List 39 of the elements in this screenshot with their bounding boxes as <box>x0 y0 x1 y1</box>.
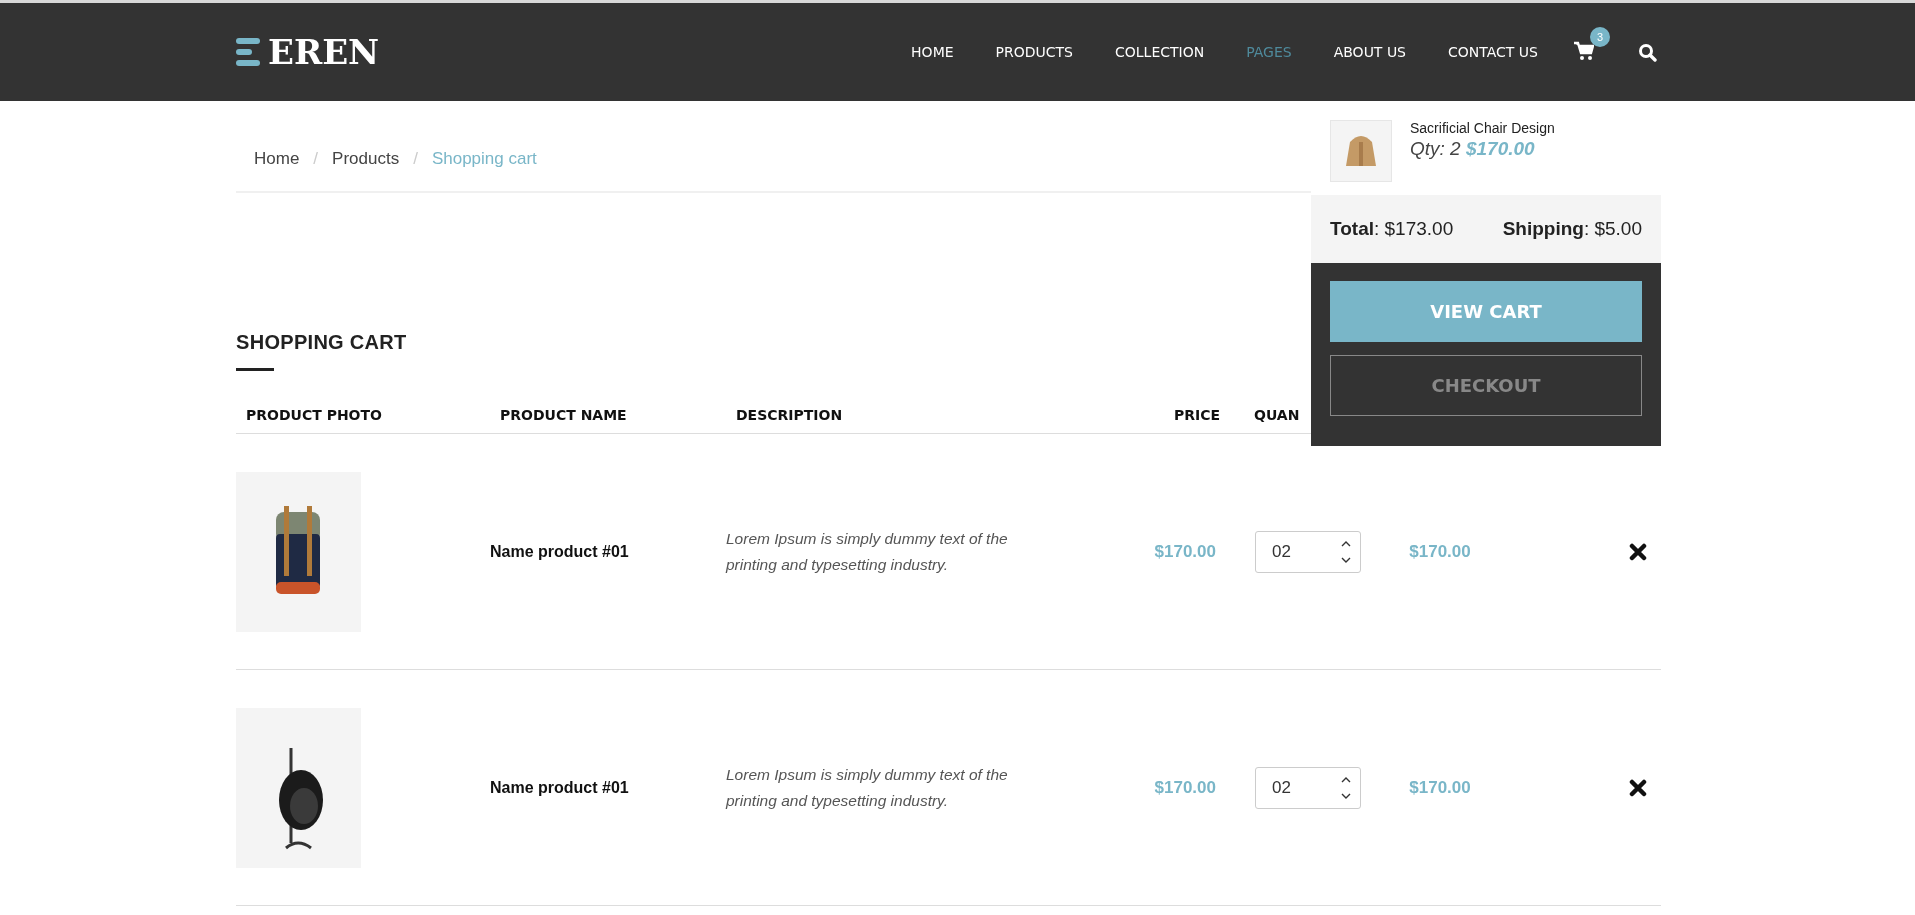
column-header: PRICE <box>1172 407 1220 423</box>
remove-icon[interactable] <box>1629 778 1647 797</box>
nav-link[interactable]: ABOUT US <box>1333 44 1406 60</box>
remove-icon[interactable] <box>1629 542 1647 561</box>
product-price: $170.00 <box>1153 541 1217 562</box>
row-total: $170.00 <box>1408 777 1472 798</box>
cart-item-quantity-price: Qty: 2 $170.00 <box>1410 138 1536 160</box>
cart-count-badge: 3 <box>1590 27 1610 47</box>
checkout-button[interactable]: CHECKOUT <box>1330 355 1642 416</box>
row-total: $170.00 <box>1408 541 1472 562</box>
breadcrumb-link[interactable]: Products <box>332 149 400 169</box>
breadcrumb-separator: / <box>413 149 418 169</box>
column-header: PRODUCT NAME <box>499 407 628 423</box>
nav-link[interactable]: PRODUCTS <box>995 44 1073 60</box>
product-description: Lorem Ipsum is simply dummy text of the printing and typesetting industry. <box>726 764 1009 811</box>
quantity-field[interactable]: 02 <box>1255 766 1361 809</box>
column-header: QUAN <box>1253 407 1301 423</box>
cart-icon[interactable] <box>1574 41 1594 61</box>
shipping-cost: Shipping: $5.00 <box>1502 218 1642 240</box>
nav-link[interactable]: COLLECTION <box>1115 44 1205 60</box>
product-name[interactable]: Name product #01 <box>490 778 726 797</box>
breadcrumb-separator: / <box>313 149 319 169</box>
product-price: $170.00 <box>1153 777 1217 798</box>
cart-item-name[interactable]: Sacrificial Chair Design <box>1410 120 1555 136</box>
nav-link[interactable]: HOME <box>911 44 954 60</box>
product-name[interactable]: Name product #01 <box>490 542 726 561</box>
search-icon[interactable] <box>1638 42 1657 62</box>
section-title: SHOPPING CART <box>236 331 408 354</box>
quantity-input[interactable]: 02 <box>1270 540 1320 563</box>
column-header: PRODUCT PHOTO <box>245 407 383 423</box>
column-header: DESCRIPTION <box>735 407 844 423</box>
nav-link[interactable]: CONTACT US <box>1448 44 1538 60</box>
logo-text[interactable]: EREN <box>268 32 380 72</box>
product-description: Lorem Ipsum is simply dummy text of the printing and typesetting industry. <box>726 528 1009 575</box>
cart-total: Total: $173.00 <box>1330 218 1454 240</box>
breadcrumb-link[interactable]: Home <box>254 149 300 169</box>
quantity-field[interactable]: 02 <box>1255 530 1361 573</box>
quantity-input[interactable]: 02 <box>1270 776 1320 799</box>
logo-icon <box>236 38 260 66</box>
